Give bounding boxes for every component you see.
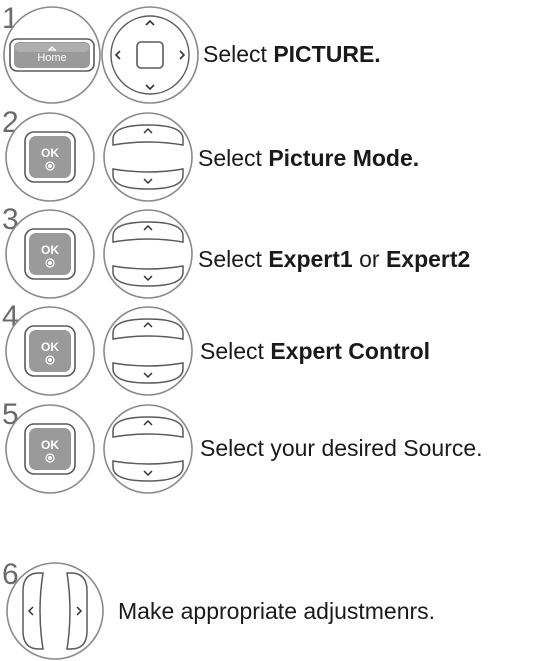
up-down-rocker[interactable] (99, 403, 197, 495)
step-instruction: Select PICTURE. (203, 41, 381, 67)
step-1: 1 Home Select PICTURE. (0, 0, 545, 110)
step-6: 6 Make appropriate adjustmenrs. (0, 560, 545, 660)
ok-button[interactable]: OK (4, 111, 96, 203)
ok-button[interactable]: OK (4, 208, 96, 300)
step-instruction: Select Expert Control (200, 338, 431, 364)
home-button[interactable]: Home (2, 5, 102, 105)
up-down-rocker[interactable] (99, 208, 197, 300)
up-down-rocker[interactable] (99, 111, 197, 203)
ok-label: OK (41, 243, 59, 257)
ok-button[interactable]: OK (4, 305, 96, 397)
step-3: 3 OK Select Expert1 or Expert2 (0, 205, 545, 305)
step-2: 2 OK Select Picture Mode. (0, 108, 545, 208)
step-instruction: Select your desired Source. (200, 435, 483, 461)
up-down-rocker[interactable] (99, 305, 197, 397)
navigation-pad[interactable] (100, 5, 200, 105)
ok-label: OK (41, 438, 59, 452)
home-label: Home (37, 52, 66, 64)
step-instruction: Select Picture Mode. (198, 145, 420, 171)
ok-label: OK (41, 340, 59, 354)
step-instruction: Select Expert1 or Expert2 (198, 246, 471, 272)
step-4: 4 OK Select Expert Control (0, 302, 545, 402)
step-5: 5 OK Select your desired Source. (0, 400, 545, 500)
ok-label: OK (41, 146, 59, 160)
left-right-rocker[interactable] (3, 561, 107, 661)
ok-button[interactable]: OK (4, 403, 96, 495)
step-instruction: Make appropriate adjustmenrs. (118, 598, 436, 624)
